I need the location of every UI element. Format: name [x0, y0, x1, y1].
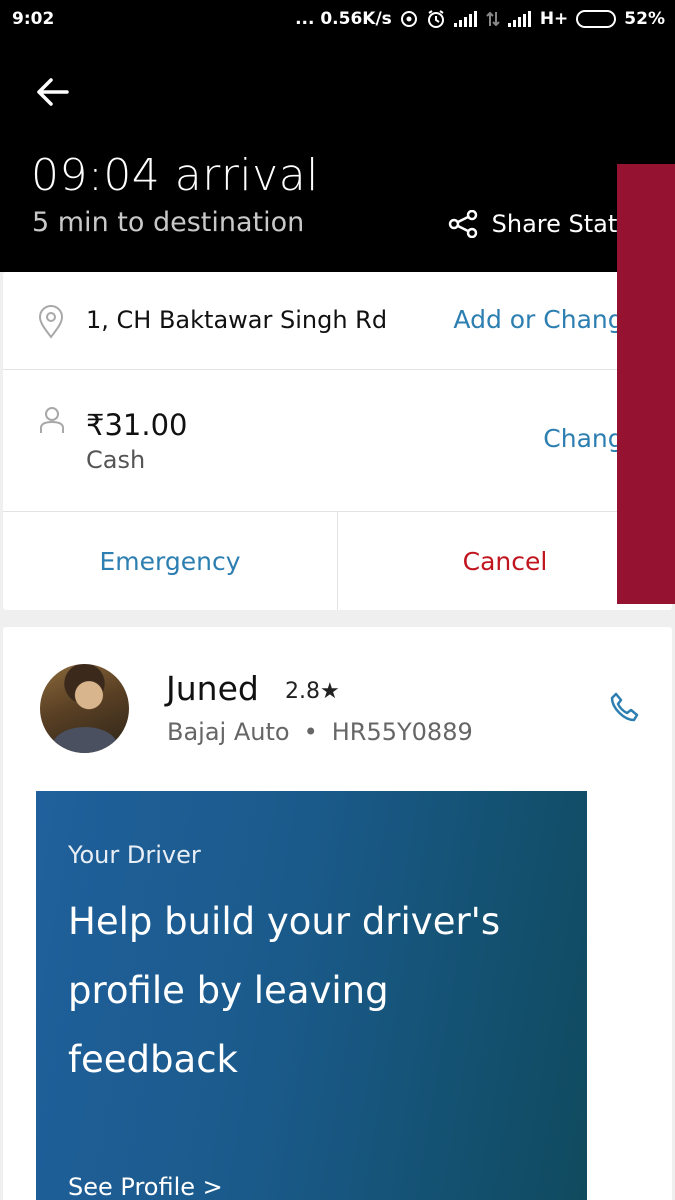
share-icon [448, 210, 477, 238]
alarm-icon [426, 9, 446, 29]
trip-screen: 9:02 ... 0.56K/s H+ 52% 09:04 arrival 5 … [0, 0, 675, 1200]
battery-icon [576, 10, 617, 28]
fare-amount: ₹31.00 [86, 408, 188, 442]
vehicle-model: Bajaj Auto [167, 718, 290, 746]
promo-eyebrow: Your Driver [68, 841, 201, 869]
promo-headline: Help build your driver's profile by leav… [68, 900, 501, 1081]
phone-icon [610, 692, 639, 722]
trip-header: 09:04 arrival 5 min to destination Share… [0, 40, 675, 272]
back-arrow-icon [37, 78, 69, 106]
trip-actions: Emergency Cancel [3, 512, 672, 610]
battery-percent: 52% [624, 9, 665, 29]
driver-avatar[interactable] [40, 664, 129, 753]
call-driver-button[interactable] [608, 691, 642, 729]
emergency-button[interactable]: Emergency [3, 512, 338, 610]
network-speed: ... 0.56K/s [295, 9, 392, 29]
user-icon [39, 406, 65, 438]
see-profile-link[interactable]: See Profile > [68, 1173, 223, 1200]
vehicle-info: Bajaj Auto • HR55Y0889 [167, 718, 473, 746]
driver-feedback-promo[interactable]: Your Driver Help build your driver's pro… [36, 791, 587, 1200]
arrival-time: 09:04 arrival [31, 150, 319, 201]
next-promo-card[interactable] [617, 164, 675, 604]
status-icons: ... 0.56K/s H+ 52% [295, 9, 665, 29]
status-time: 9:02 [12, 9, 55, 29]
data-transfer-icon [486, 10, 500, 28]
signal-icon [453, 11, 478, 27]
vehicle-plate: HR55Y0889 [331, 718, 473, 746]
back-button[interactable] [32, 72, 72, 112]
separator-dot: • [303, 718, 318, 746]
driver-rating: 2.8★ [285, 679, 340, 704]
signal-icon-2 [507, 11, 532, 27]
driver-name: Juned [166, 669, 259, 708]
driver-card: Juned 2.8★ Bajaj Auto • HR55Y0889 Your Dri… [3, 627, 672, 1200]
payment-row: ₹31.00 Cash Change [3, 370, 672, 512]
share-status-button[interactable]: Share Status [448, 210, 645, 238]
destination-address: 1, CH Baktawar Singh Rd [86, 306, 388, 334]
hotspot-icon [400, 10, 418, 28]
status-bar: 9:02 ... 0.56K/s H+ 52% [0, 0, 675, 40]
payment-method: Cash [86, 446, 146, 474]
location-pin-icon [37, 305, 65, 343]
destination-row: 1, CH Baktawar Singh Rd Add or Change [3, 272, 672, 370]
eta-text: 5 min to destination [32, 207, 305, 238]
trip-details-card: 1, CH Baktawar Singh Rd Add or Change ₹3… [3, 272, 672, 610]
add-or-change-destination-button[interactable]: Add or Change [453, 305, 639, 334]
network-type: H+ [539, 9, 569, 29]
